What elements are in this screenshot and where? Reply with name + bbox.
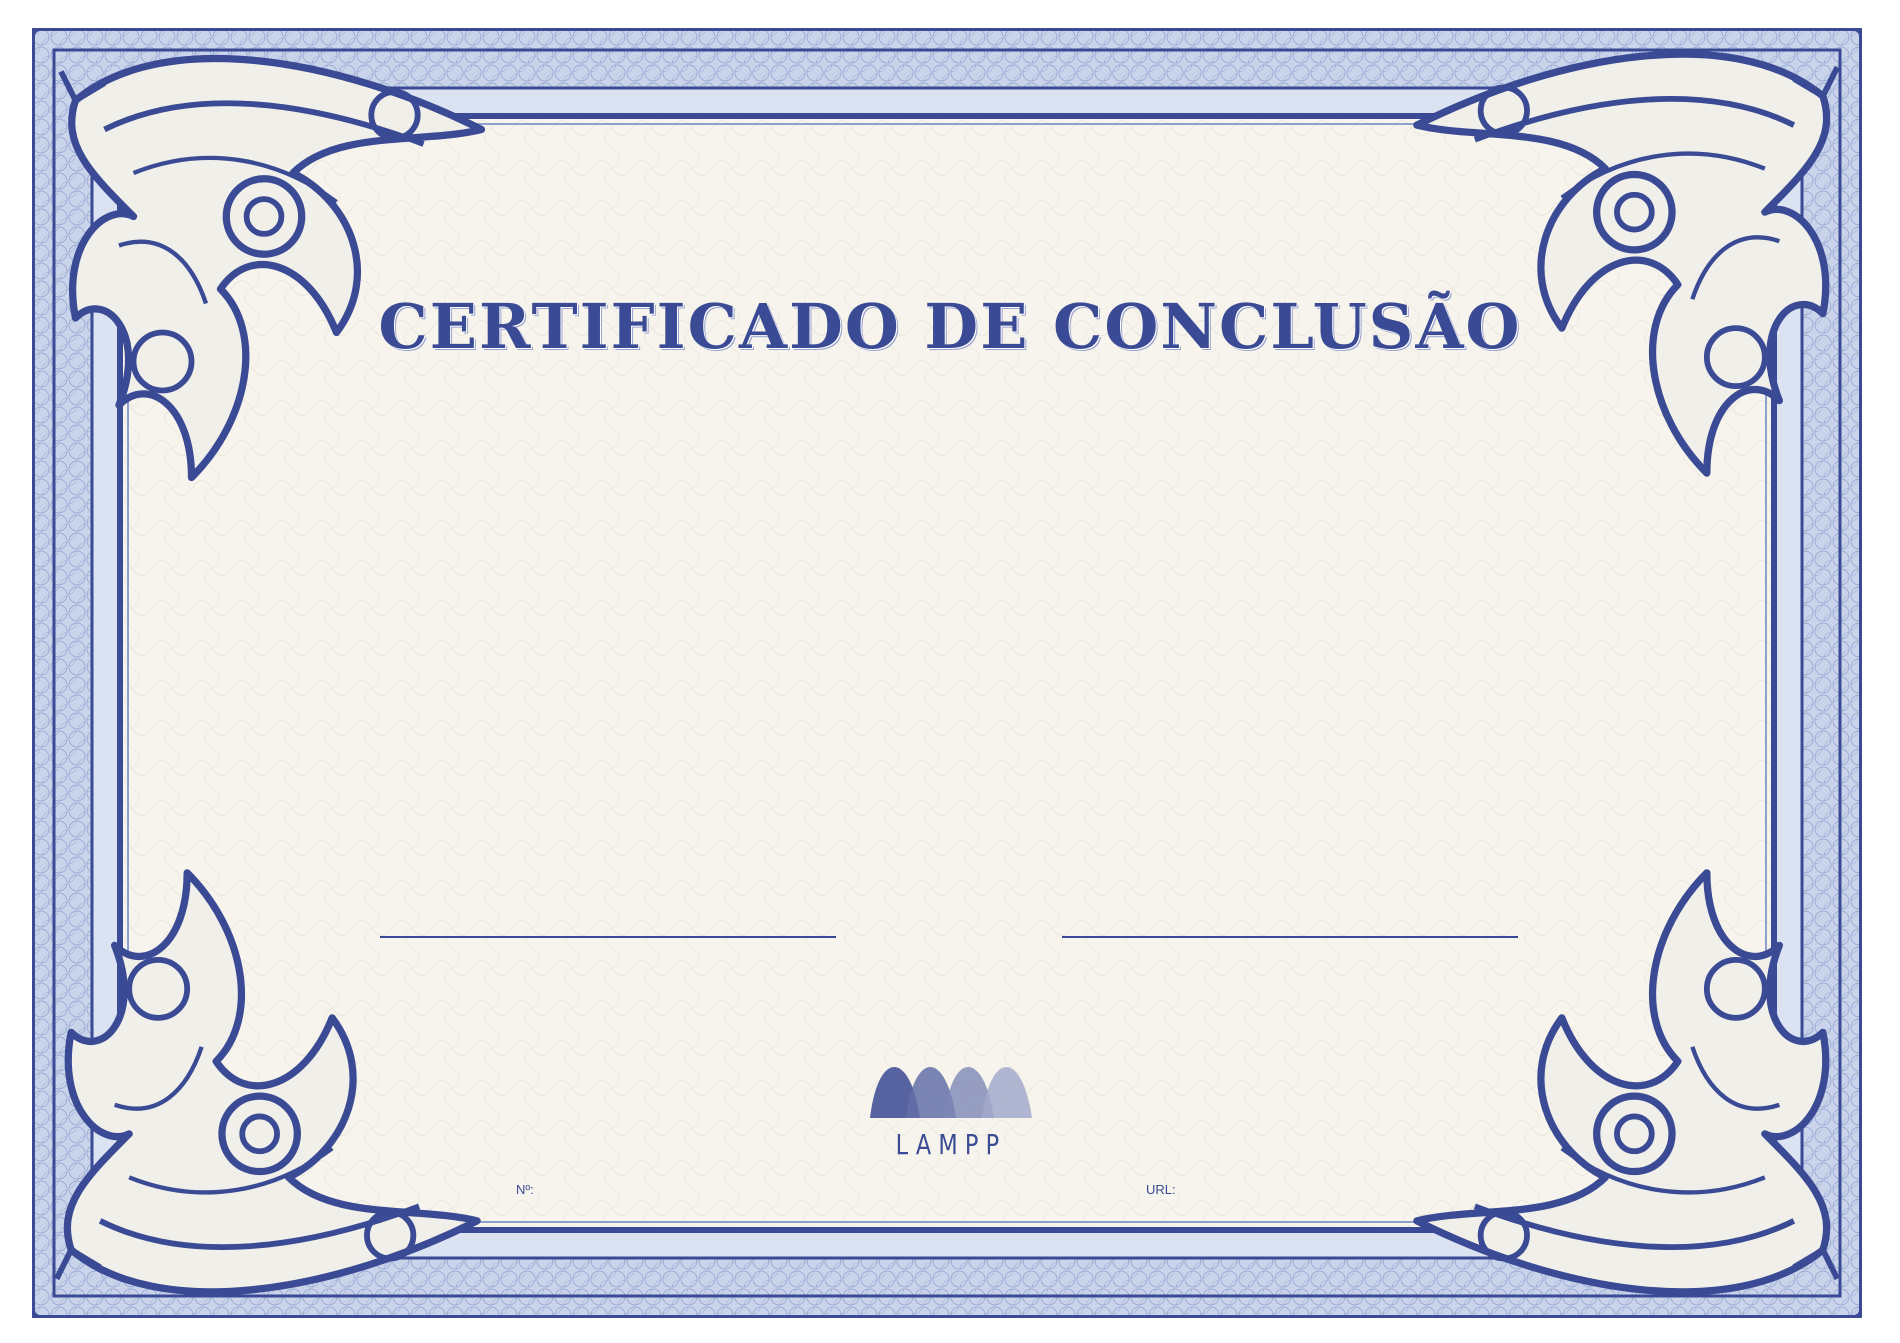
certificate-title: CERTIFICADO DE CONCLUSÃO — [378, 290, 1522, 363]
logo-wordmark: LAMPP — [895, 1128, 1007, 1161]
certificate-url-label: URL: — [1146, 1182, 1176, 1197]
signature-line-right — [1062, 936, 1518, 938]
lampp-logo-icon — [870, 1067, 1032, 1118]
certificate-number-label: Nº: — [516, 1182, 534, 1197]
certificate-frame — [32, 28, 1862, 1318]
certificate-page: CERTIFICADO DE CONCLUSÃO LAMPP Nº: URL: — [0, 0, 1900, 1343]
signature-line-left — [380, 936, 836, 938]
